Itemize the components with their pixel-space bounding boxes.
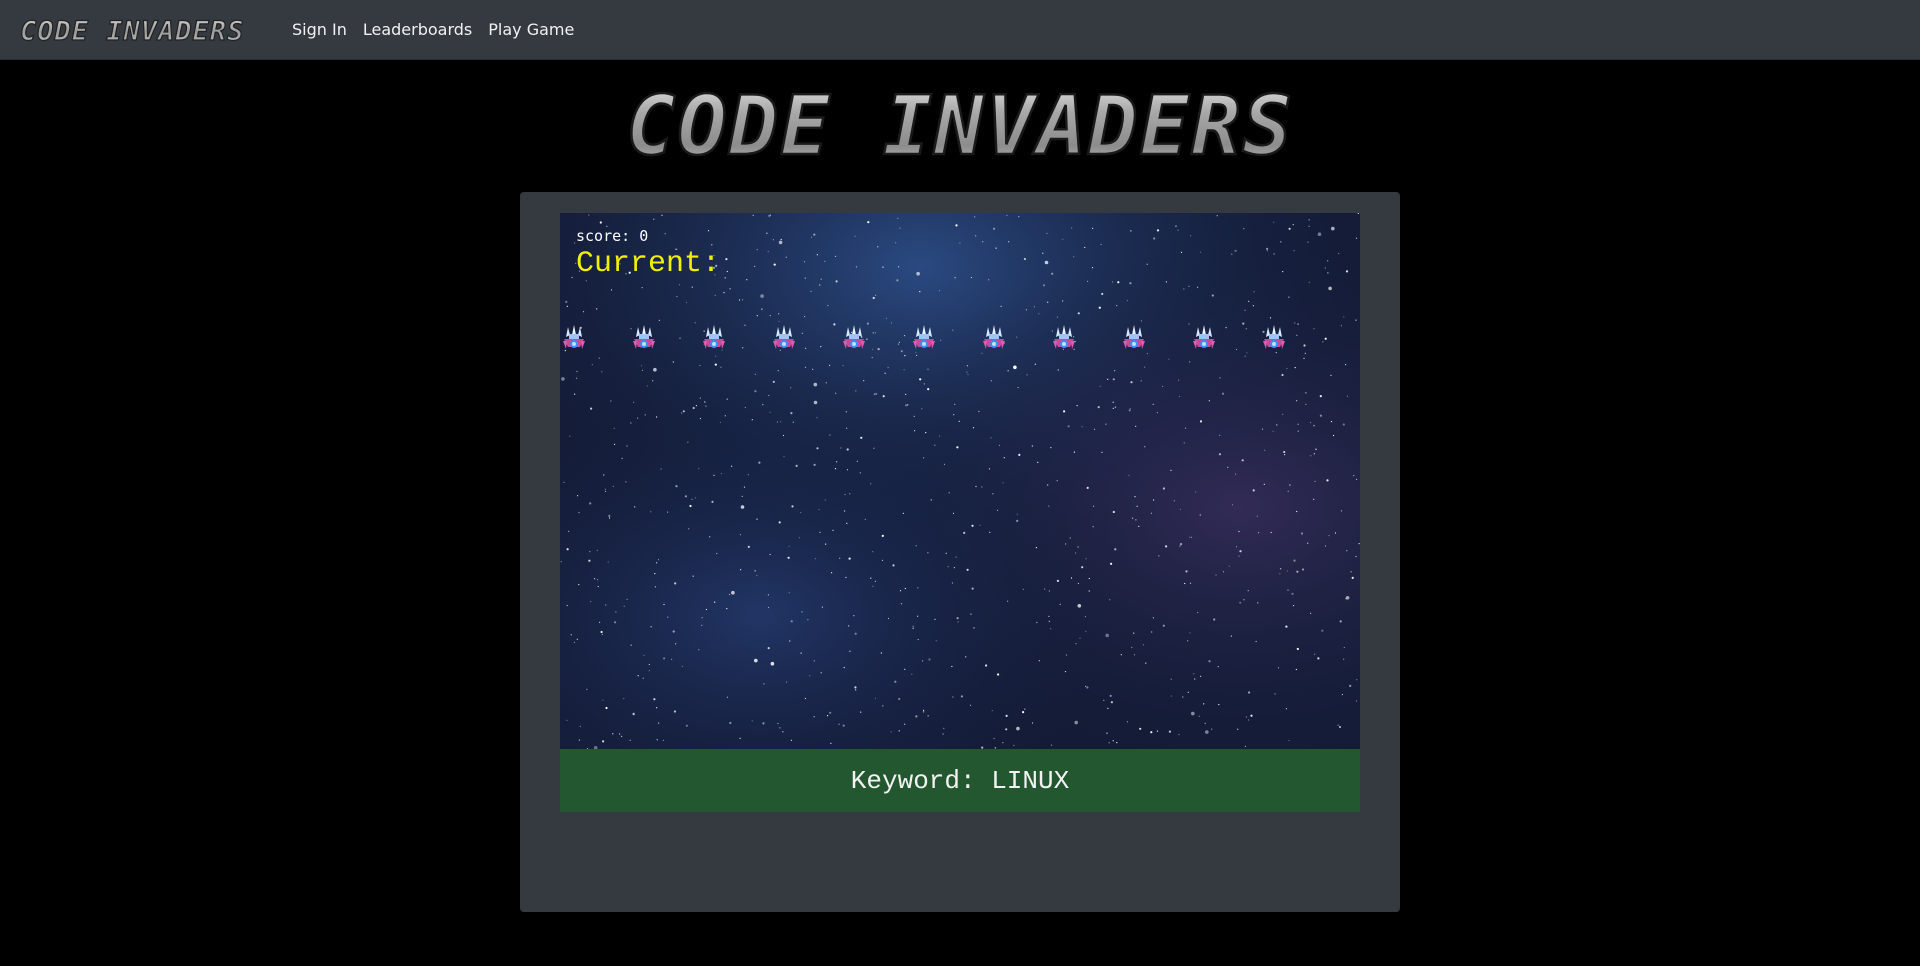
hero-logo: CODE INVADERS [625, 84, 1294, 164]
invader-ship [770, 325, 798, 355]
nav-play-game[interactable]: Play Game [488, 20, 574, 39]
current-label: Current: [576, 247, 721, 281]
svg-text:CODE INVADERS: CODE INVADERS [626, 84, 1294, 164]
invader-ship [1190, 325, 1218, 355]
navbar: CODE INVADERS Sign In Leaderboards Play … [0, 0, 1920, 60]
score-text: score: 0 [576, 227, 649, 245]
svg-text:CODE INVADERS: CODE INVADERS [20, 16, 244, 45]
game-panel: score: 0 Current: Keyword: LINUX [520, 192, 1400, 912]
current-input-display: Current: [576, 247, 720, 281]
invader-ship [910, 325, 938, 355]
invader-row [560, 325, 1360, 355]
keyword-text: Keyword: LINUX [850, 765, 1070, 796]
invader-ship [980, 325, 1008, 355]
brand-logo[interactable]: CODE INVADERS [18, 15, 268, 45]
nav-leaderboards[interactable]: Leaderboards [363, 20, 472, 39]
invader-ship [630, 325, 658, 355]
invader-ship [1260, 325, 1288, 355]
starfield-background [560, 213, 1360, 749]
invader-ship [840, 325, 868, 355]
invader-ship [1120, 325, 1148, 355]
nav-sign-in[interactable]: Sign In [292, 20, 347, 39]
invader-ship [560, 325, 588, 355]
game-canvas[interactable]: score: 0 Current: [560, 213, 1360, 749]
invader-ship [1050, 325, 1078, 355]
invader-ship [700, 325, 728, 355]
keyword-bar: Keyword: LINUX [560, 749, 1360, 812]
